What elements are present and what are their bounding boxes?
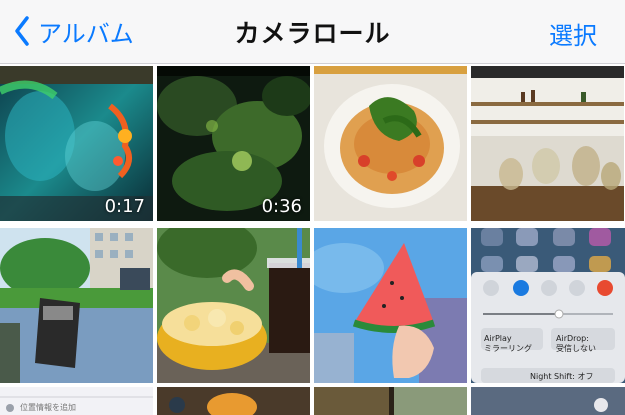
photo-image [0, 228, 153, 383]
photo-row3-4[interactable] [471, 387, 625, 415]
photo-image [471, 387, 625, 415]
photo-neon-wall[interactable]: 0:17 [0, 66, 153, 221]
photo-control-center[interactable] [471, 228, 625, 383]
photo-jungle[interactable]: 0:36 [157, 66, 310, 221]
photo-pasta[interactable] [314, 66, 467, 221]
photo-image [314, 66, 467, 221]
navigation-bar: アルバム カメラロール 選択 [0, 0, 625, 64]
photo-row3-3[interactable] [314, 387, 467, 415]
airdrop-label: AirDrop: 受信しない [556, 334, 596, 353]
photo-image [157, 387, 310, 415]
photo-image [314, 228, 467, 383]
photo-cafe[interactable] [471, 66, 624, 221]
photo-row3-2[interactable] [157, 387, 310, 415]
photo-chips-drink[interactable] [157, 228, 310, 383]
photo-image [471, 228, 625, 383]
photo-settings-screen[interactable]: 位置情報を追加 [0, 387, 153, 415]
photo-image [157, 228, 310, 383]
photo-grid: 0:17 0:36 位置情報を追加 AirPlay ミラーリング AirDrop… [0, 66, 625, 415]
video-duration: 0:36 [261, 196, 302, 217]
airplay-label: AirPlay ミラーリング [484, 334, 532, 353]
page-title: カメラロール [234, 19, 391, 48]
select-button[interactable]: 選択 [549, 16, 597, 51]
night-shift-label: Night Shift: オフ [530, 372, 594, 381]
settings-row-label: 位置情報を追加 [20, 403, 76, 412]
photo-street[interactable] [0, 228, 153, 383]
photo-image [314, 387, 467, 415]
photo-watermelon[interactable] [314, 228, 467, 383]
photo-image [471, 66, 624, 221]
video-duration: 0:17 [104, 196, 145, 217]
